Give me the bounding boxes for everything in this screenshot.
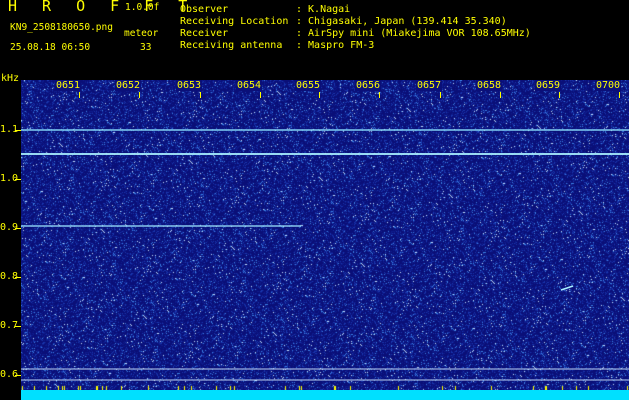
app-title: H R O F F T — [8, 0, 196, 15]
waterfall-overlay — [21, 129, 629, 400]
count-label: 33 — [140, 42, 152, 53]
time-tick-mark — [260, 92, 261, 98]
time-tick-label: 0651 — [55, 80, 82, 91]
info-label-antenna: Receiving antenna — [180, 40, 283, 51]
time-tick-label: 0654 — [236, 80, 263, 91]
time-tick-label: 0659 — [535, 80, 562, 91]
time-tick-label: 0653 — [176, 80, 203, 91]
time-tick-mark — [79, 92, 80, 98]
info-label-observer: Observer — [180, 4, 229, 15]
time-tick-label: 0652 — [115, 80, 142, 91]
time-tick-mark — [319, 92, 320, 98]
mode-label: meteor — [124, 28, 159, 39]
y-axis-unit: kHz — [1, 73, 20, 84]
time-tick-label: 0657 — [416, 80, 443, 91]
info-value-observer: : K.Nagai — [296, 4, 351, 15]
filename-label: KN9_2508180650.png — [10, 22, 113, 33]
datetime-label: 25.08.18 06:50 — [10, 42, 91, 53]
info-label-receiver: Receiver — [180, 28, 229, 39]
info-label-location: Receiving Location — [180, 16, 289, 27]
time-tick-mark — [440, 92, 441, 98]
time-tick-label: 0700 — [595, 80, 622, 91]
info-value-receiver: : AirSpy mini (Miakejima VOR 108.65MHz) — [296, 28, 531, 39]
time-tick-label: 0658 — [476, 80, 503, 91]
info-value-location: : Chigasaki, Japan (139.414 35.340) — [296, 16, 507, 27]
time-tick-mark — [619, 92, 620, 98]
version-label: 1.0.0f — [125, 2, 160, 13]
time-tick-mark — [500, 92, 501, 98]
noise-floor-band — [21, 390, 629, 400]
time-tick-mark — [379, 92, 380, 98]
info-value-antenna: : Maspro FM-3 — [296, 40, 375, 51]
time-tick-mark — [139, 92, 140, 98]
time-tick-mark — [200, 92, 201, 98]
meteor-echo — [560, 285, 574, 291]
time-tick-label: 0655 — [295, 80, 322, 91]
time-tick-mark — [559, 92, 560, 98]
time-tick-label: 0656 — [355, 80, 382, 91]
waterfall-spectrogram: 0651 0652 0653 0654 0655 0656 0657 0658 … — [21, 80, 629, 400]
